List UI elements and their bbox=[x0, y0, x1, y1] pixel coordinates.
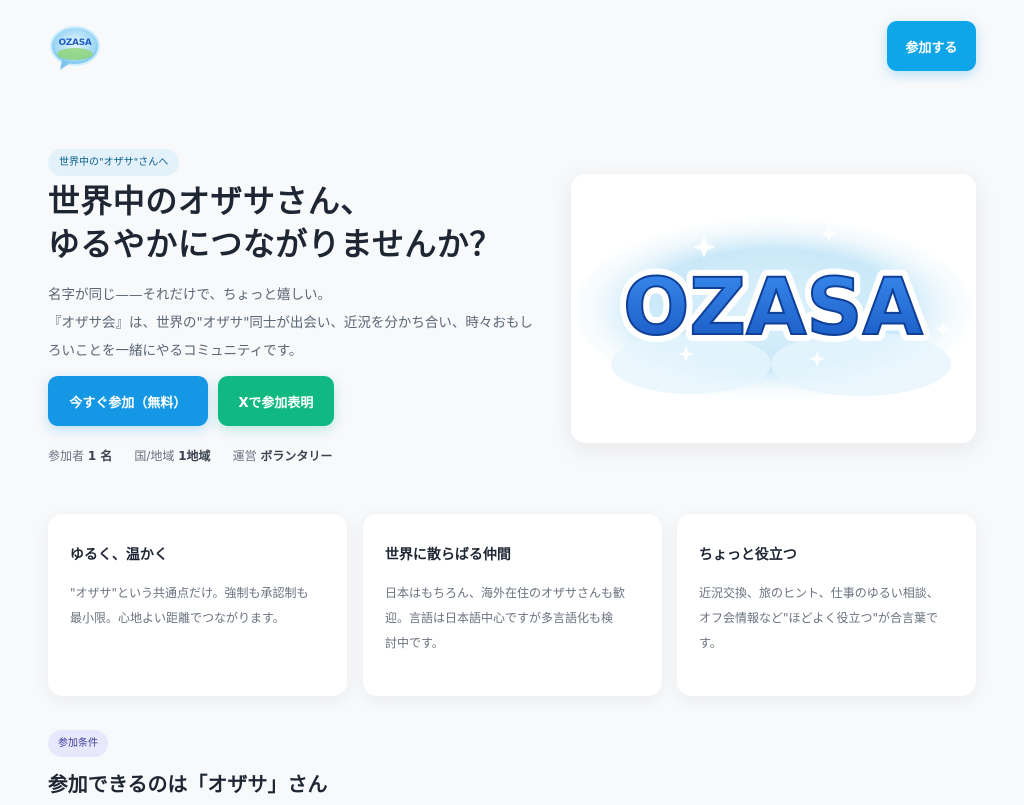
site-header: OZASA 参加する bbox=[0, 0, 1024, 96]
hero-image-card: OZASA OZASA bbox=[571, 174, 976, 443]
stat-participants: 参加者 1 名 bbox=[48, 447, 112, 467]
feature-description: 近況交換、旅のヒント、仕事のゆるい相談、 オフ会情報など"ほどよく役立つ"が合言… bbox=[699, 581, 954, 656]
ozasa-hero-image: OZASA OZASA bbox=[573, 219, 973, 399]
feature-line: 日本はもちろん、海外在住のオザサさんも歓 bbox=[385, 586, 626, 600]
hero-stats: 参加者 1 名 国/地域 1地域 運営 ボランタリー bbox=[48, 447, 332, 467]
x-join-button[interactable]: Xで参加表明 bbox=[218, 376, 334, 426]
requirements-badge: 参加条件 bbox=[48, 730, 108, 757]
feature-line: "オザサ"という共通点だけ。強制も承認制も bbox=[70, 586, 309, 600]
stat-operation: 運営 ボランタリー bbox=[233, 447, 333, 467]
feature-line: 近況交換、旅のヒント、仕事のゆるい相談、 bbox=[699, 586, 939, 600]
ozasa-logo-icon[interactable]: OZASA bbox=[48, 24, 102, 72]
hero-desc-line: ろいことを一緒にやるコミュニティです。 bbox=[48, 343, 303, 359]
feature-card: 世界に散らばる仲間 日本はもちろん、海外在住のオザサさんも歓 迎。言語は日本語中… bbox=[363, 514, 662, 696]
stat-value: ボランタリー bbox=[260, 449, 333, 463]
hero-title-line: ゆるやかにつながりませんか？ bbox=[48, 225, 503, 263]
feature-title: ゆるく、温かく bbox=[70, 547, 168, 563]
hero-description: 名字が同じ——それだけで、ちょっと嬉しい。 『オザサ会』は、世界の"オザサ"同士… bbox=[48, 281, 548, 365]
stat-regions: 国/地域 1地域 bbox=[134, 447, 210, 467]
hero-badge: 世界中の"オザサ"さんへ bbox=[48, 149, 180, 176]
feature-description: "オザサ"という共通点だけ。強制も承認制も 最小限。心地よい距離でつながります。 bbox=[70, 581, 325, 631]
stat-label: 国/地域 bbox=[134, 449, 175, 463]
feature-description: 日本はもちろん、海外在住のオザサさんも歓 迎。言語は日本語中心ですが多言語化も検… bbox=[385, 581, 640, 656]
feature-line: 最小限。心地よい距離でつながります。 bbox=[70, 611, 285, 625]
hero-image-text: OZASA bbox=[623, 263, 923, 353]
logo-text: OZASA bbox=[58, 38, 92, 48]
feature-card: ちょっと役立つ 近況交換、旅のヒント、仕事のゆるい相談、 オフ会情報など"ほどよ… bbox=[677, 514, 976, 696]
feature-line: す。 bbox=[699, 636, 722, 650]
stat-label: 運営 bbox=[232, 449, 257, 463]
feature-card: ゆるく、温かく "オザサ"という共通点だけ。強制も承認制も 最小限。心地よい距離… bbox=[48, 514, 347, 696]
feature-line: オフ会情報など"ほどよく役立つ"が合言葉で bbox=[699, 611, 939, 625]
stat-label: 参加者 bbox=[48, 449, 85, 463]
hero-desc-line: 名字が同じ——それだけで、ちょっと嬉しい。 bbox=[48, 287, 331, 303]
hero-title-line: 世界中のオザサさん、 bbox=[48, 182, 374, 220]
requirements-title: 参加できるのは「オザサ」さん bbox=[48, 772, 328, 796]
stat-value: 1地域 bbox=[178, 449, 211, 463]
hero-title: 世界中のオザサさん、 ゆるやかにつながりませんか？ bbox=[48, 180, 558, 266]
feature-title: ちょっと役立つ bbox=[699, 547, 797, 563]
feature-line: 討中です。 bbox=[385, 636, 444, 650]
stat-value: 1 名 bbox=[87, 449, 113, 463]
join-free-button[interactable]: 今すぐ参加（無料） bbox=[48, 376, 208, 426]
feature-line: 迎。言語は日本語中心ですが多言語化も検 bbox=[385, 611, 614, 625]
hero-desc-line: 『オザサ会』は、世界の"オザサ"同士が出会い、近況を分かち合い、時々おもし bbox=[48, 315, 533, 331]
feature-title: 世界に散らばる仲間 bbox=[385, 547, 511, 563]
join-button[interactable]: 参加する bbox=[887, 21, 976, 71]
